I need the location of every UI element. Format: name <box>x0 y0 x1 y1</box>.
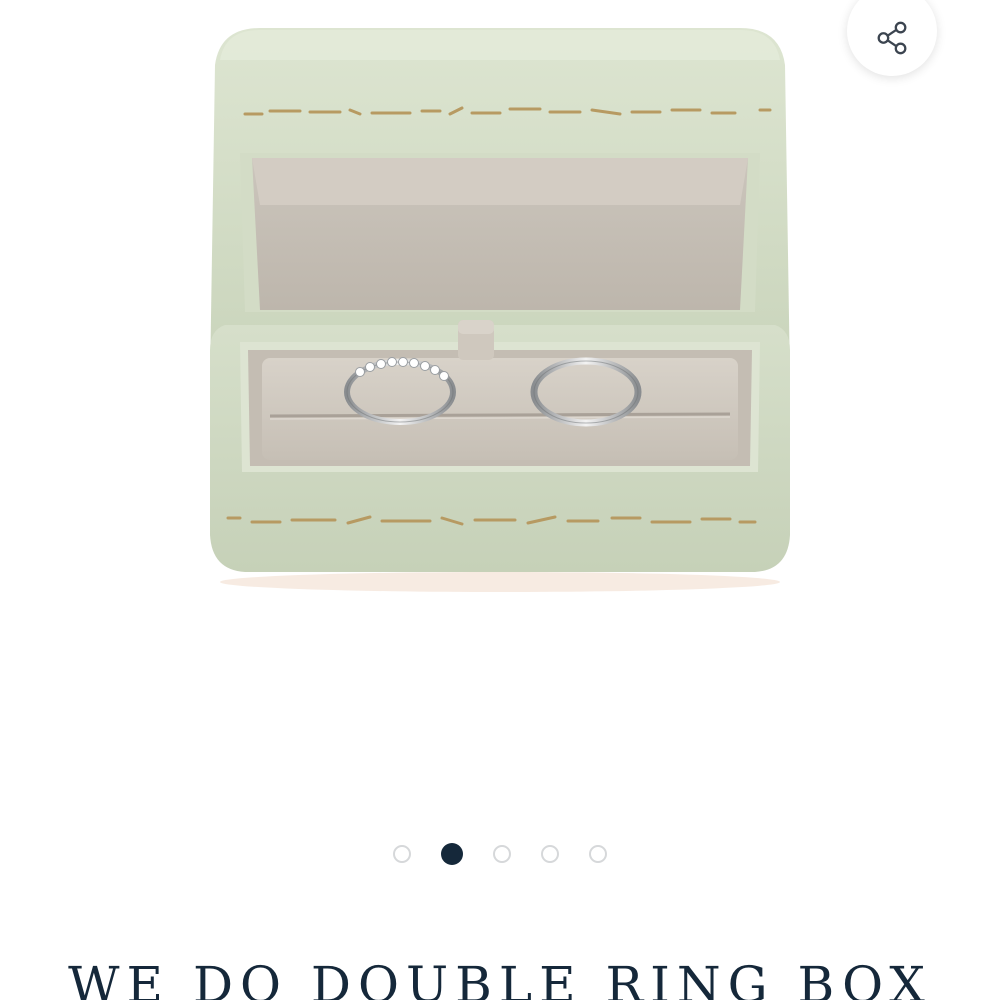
carousel-dot[interactable] <box>493 845 511 863</box>
product-image[interactable] <box>200 20 800 600</box>
carousel-dot[interactable] <box>393 845 411 863</box>
carousel-dot-active[interactable] <box>441 843 463 865</box>
carousel-dot[interactable] <box>589 845 607 863</box>
product-title: WE DO DOUBLE RING BOX <box>68 956 932 1000</box>
carousel-dot[interactable] <box>541 845 559 863</box>
carousel-dots <box>0 842 1000 866</box>
product-page: WE DO DOUBLE RING BOX <box>0 0 1000 1000</box>
share-icon <box>877 21 907 55</box>
share-button[interactable] <box>847 0 937 76</box>
